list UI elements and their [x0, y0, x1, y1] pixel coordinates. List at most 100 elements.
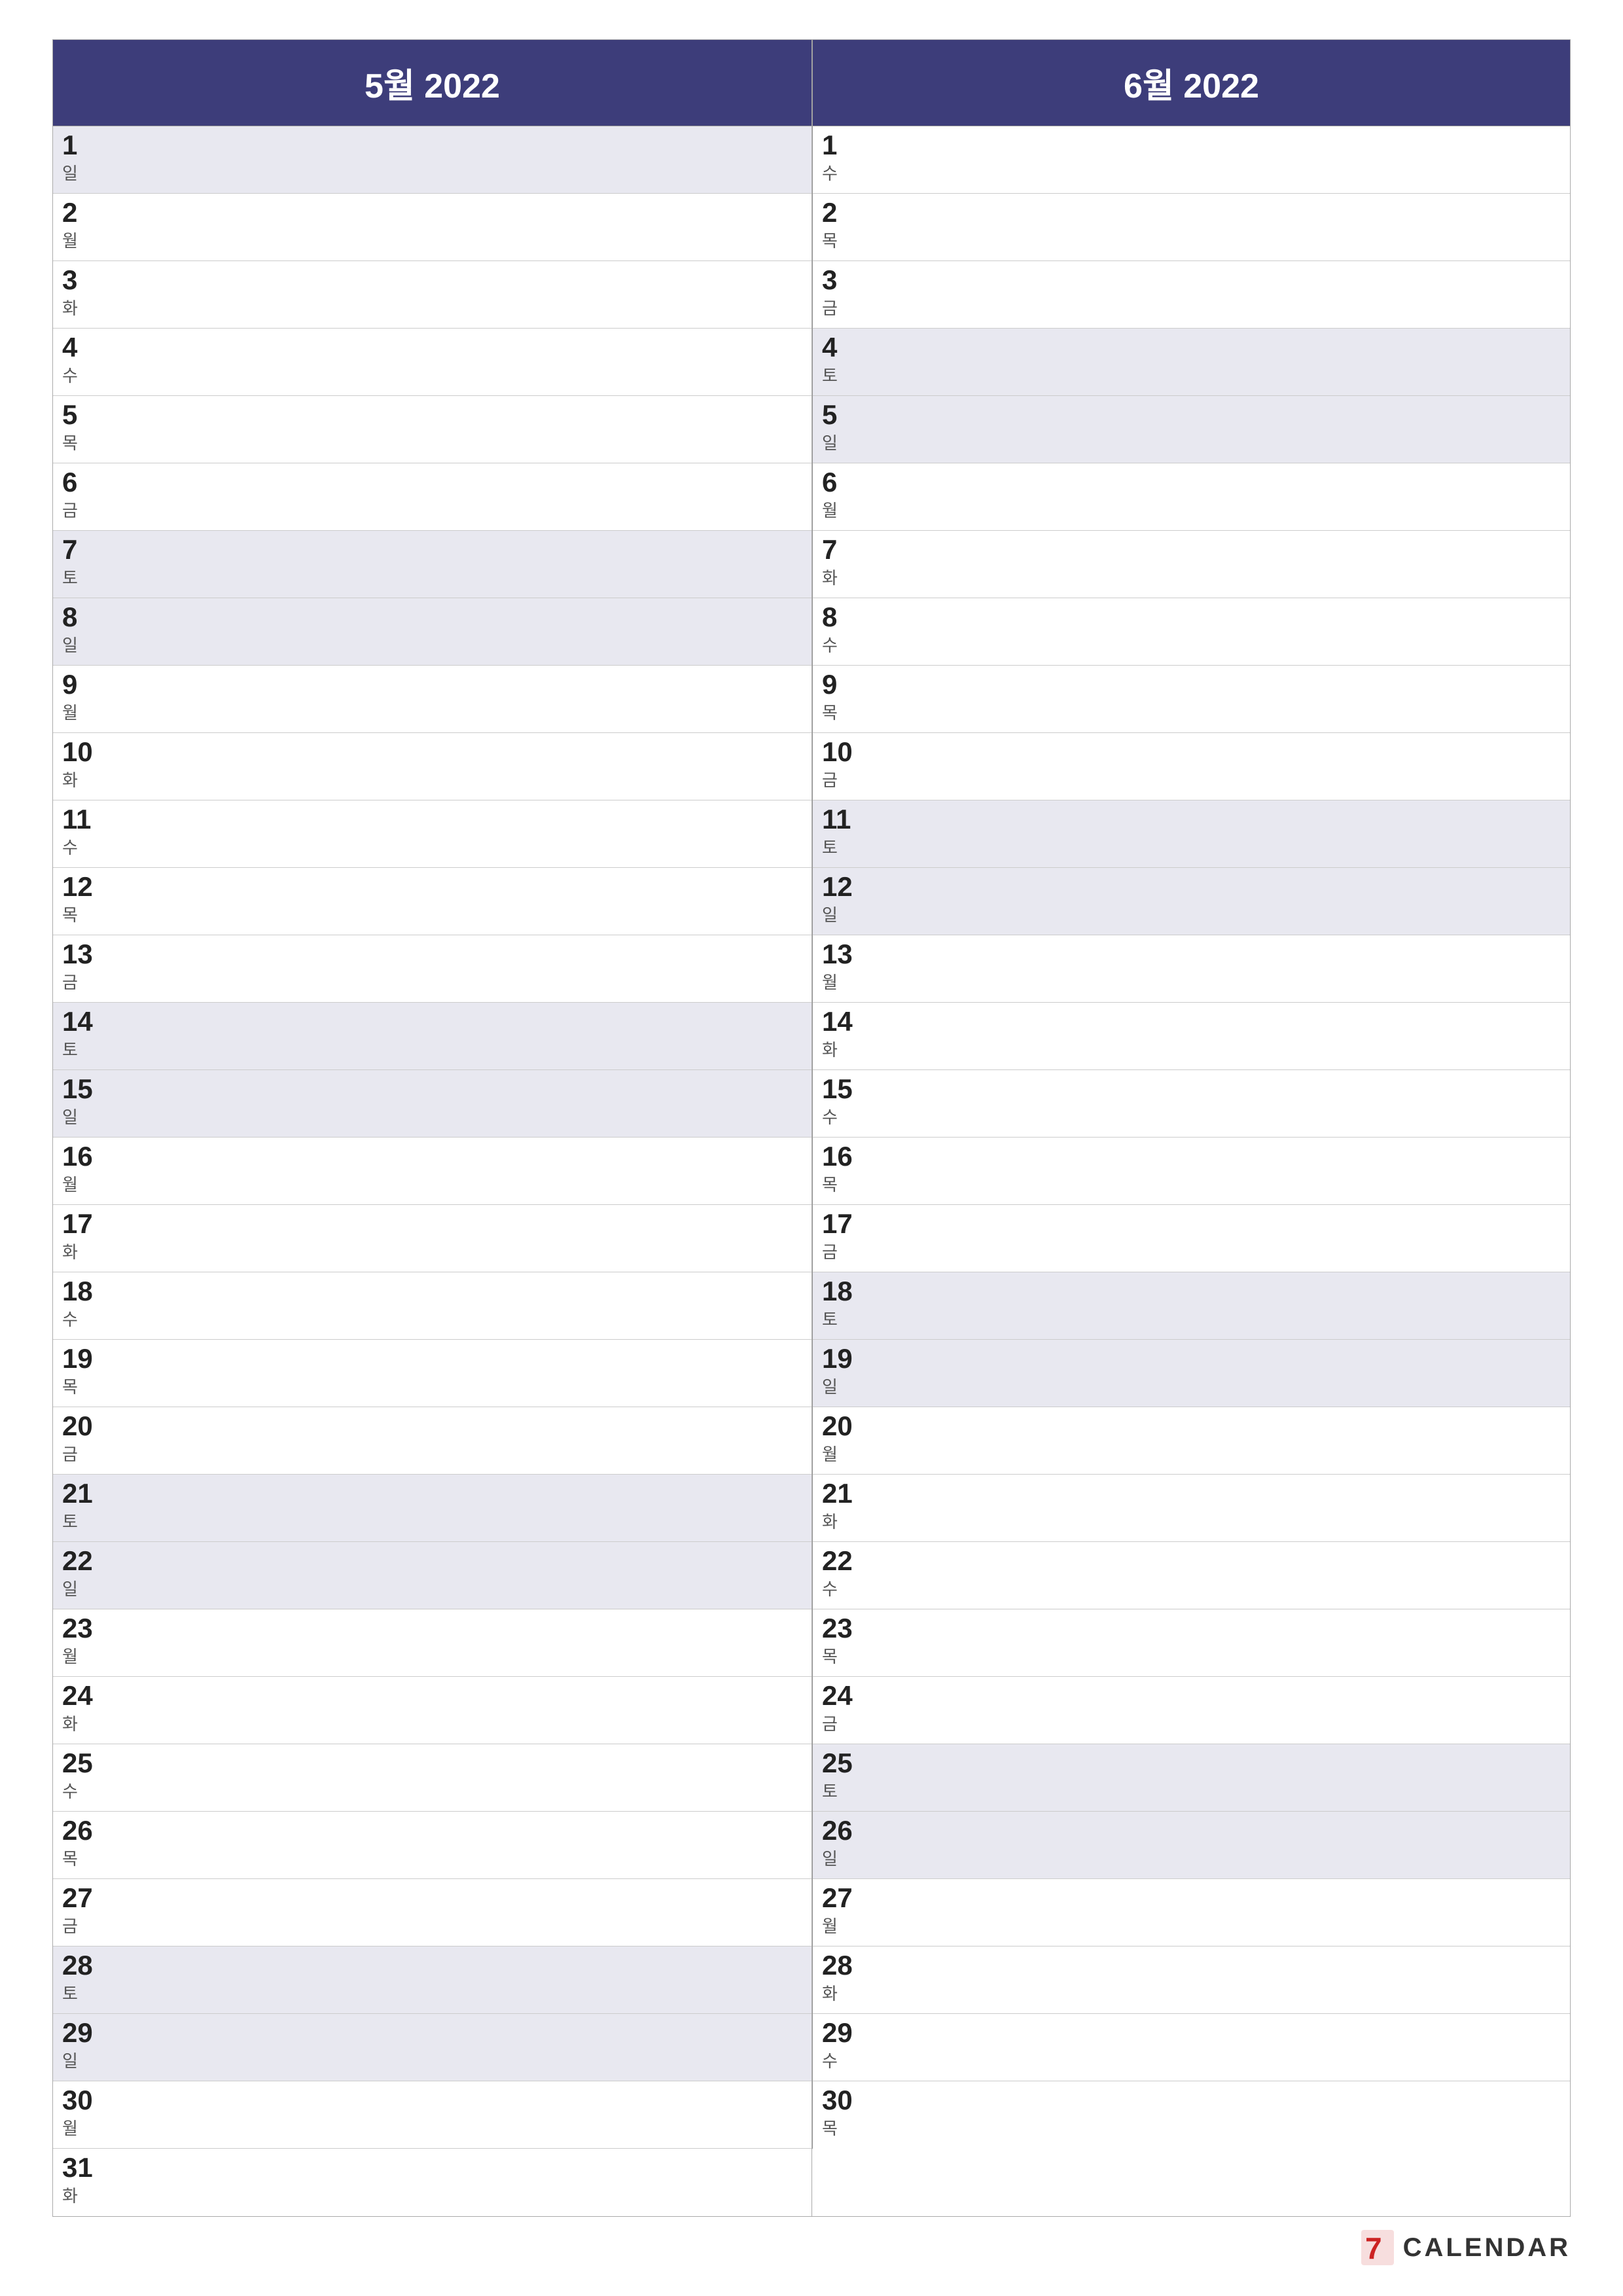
day-name: 토 — [62, 1509, 78, 1533]
day-number: 18 — [822, 1278, 853, 1305]
day-row: 13월 — [813, 935, 1570, 1003]
day-row: 20금 — [53, 1407, 812, 1475]
day-number-col: 25수 — [53, 1744, 118, 1811]
day-name: 일 — [62, 160, 78, 185]
day-name: 일 — [62, 1104, 78, 1128]
day-name: 목 — [822, 700, 838, 724]
day-number-col: 12일 — [813, 868, 878, 935]
day-name: 토 — [62, 1037, 78, 1061]
day-content — [118, 1205, 812, 1272]
day-number-col: 15수 — [813, 1070, 878, 1137]
day-name: 화 — [62, 1239, 78, 1263]
day-number-col: 30목 — [813, 2081, 878, 2149]
day-content — [118, 126, 812, 193]
day-number: 2 — [62, 199, 77, 226]
day-number-col: 25토 — [813, 1744, 878, 1811]
day-number-col: 22일 — [53, 1542, 118, 1609]
day-name: 수 — [822, 632, 838, 656]
day-row: 25수 — [53, 1744, 812, 1812]
day-row: 1일 — [53, 126, 812, 194]
day-number: 10 — [822, 738, 853, 766]
day-number-col: 16월 — [53, 1138, 118, 1204]
day-content — [878, 1003, 1570, 1069]
day-number: 30 — [62, 2087, 93, 2114]
day-number-col: 3화 — [53, 261, 118, 328]
day-number: 20 — [822, 1412, 853, 1440]
day-content — [878, 1946, 1570, 2013]
day-number-col: 10금 — [813, 733, 878, 800]
day-number-col: 26일 — [813, 1812, 878, 1878]
day-row: 8일 — [53, 598, 812, 666]
day-number: 11 — [822, 806, 851, 833]
calendar-icon: 7 — [1361, 2230, 1394, 2265]
day-number: 11 — [62, 806, 91, 833]
day-number-col: 5목 — [53, 396, 118, 463]
day-name: 수 — [62, 363, 78, 387]
day-number: 7 — [62, 536, 77, 564]
day-number-col: 6금 — [53, 463, 118, 530]
day-number: 9 — [822, 671, 837, 698]
day-row: 19일 — [813, 1340, 1570, 1407]
day-number-col: 20금 — [53, 1407, 118, 1474]
day-number-col: 13금 — [53, 935, 118, 1002]
day-number: 2 — [822, 199, 837, 226]
day-name: 월 — [62, 1643, 78, 1668]
day-row: 23목 — [813, 1609, 1570, 1677]
day-number: 28 — [62, 1952, 93, 1979]
day-row: 6월 — [813, 463, 1570, 531]
day-number: 23 — [62, 1615, 93, 1642]
day-number-col: 12목 — [53, 868, 118, 935]
day-name: 화 — [62, 767, 78, 791]
day-number-col: 2월 — [53, 194, 118, 260]
day-row: 7토 — [53, 531, 812, 598]
day-name: 금 — [822, 1239, 838, 1263]
day-row: 19목 — [53, 1340, 812, 1407]
day-number: 19 — [62, 1345, 93, 1372]
day-name: 목 — [62, 1374, 78, 1398]
day-row: 29일 — [53, 2014, 812, 2081]
day-content — [878, 800, 1570, 867]
day-number: 22 — [62, 1547, 93, 1575]
day-number-col: 19일 — [813, 1340, 878, 1407]
day-name: 목 — [822, 228, 838, 252]
day-content — [878, 868, 1570, 935]
day-number: 31 — [62, 2154, 93, 2181]
day-number: 25 — [62, 1749, 93, 1777]
day-row: 5목 — [53, 396, 812, 463]
day-content — [878, 1272, 1570, 1339]
day-name: 수 — [62, 834, 78, 859]
day-row: 8수 — [813, 598, 1570, 666]
day-content — [118, 531, 812, 598]
day-name: 화 — [822, 1037, 838, 1061]
day-number-col: 27금 — [53, 1879, 118, 1946]
day-number-col: 15일 — [53, 1070, 118, 1137]
day-number: 14 — [62, 1008, 93, 1035]
day-name: 월 — [62, 228, 78, 252]
day-number: 21 — [62, 1480, 93, 1507]
day-number-col: 5일 — [813, 396, 878, 463]
month-right-title: 6월 2022 — [1124, 67, 1259, 105]
day-row: 15일 — [53, 1070, 812, 1138]
day-content — [878, 666, 1570, 732]
day-content — [118, 2081, 812, 2148]
month-right-header: 6월 2022 — [812, 40, 1570, 126]
day-row: 15수 — [813, 1070, 1570, 1138]
page: 5월 2022 1일2월3화4수5목6금7토8일9월10화11수12목13금14… — [0, 0, 1623, 2296]
day-number-col: 8일 — [53, 598, 118, 665]
day-content — [118, 1070, 812, 1137]
day-number: 21 — [822, 1480, 853, 1507]
day-content — [878, 463, 1570, 530]
day-row: 1수 — [813, 126, 1570, 194]
day-number-col: 29일 — [53, 2014, 118, 2081]
day-content — [878, 1407, 1570, 1474]
day-number-col: 23월 — [53, 1609, 118, 1676]
day-number: 29 — [62, 2019, 93, 2047]
day-number: 23 — [822, 1615, 853, 1642]
day-content — [878, 329, 1570, 395]
day-number-col: 16목 — [813, 1138, 878, 1204]
day-number-col: 28토 — [53, 1946, 118, 2013]
day-number-col: 22수 — [813, 1542, 878, 1609]
day-number: 15 — [62, 1075, 93, 1103]
day-content — [118, 261, 812, 328]
day-row: 14토 — [53, 1003, 812, 1070]
